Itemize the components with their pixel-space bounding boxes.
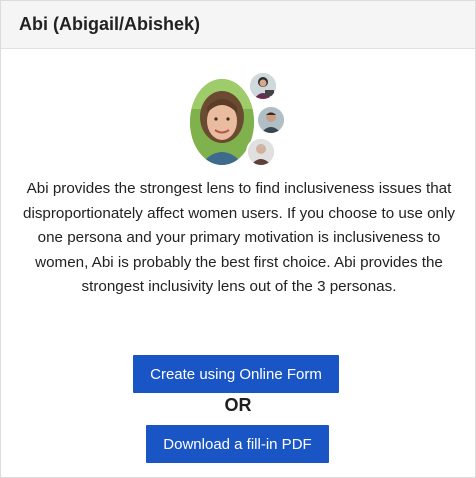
persona-card: Abi (Abigail/Abishek) Abi provides the s… [0,0,476,478]
create-online-form-button[interactable]: Create using Online Form [133,355,339,393]
woman-at-computer-avatar [248,71,278,101]
card-header: Abi (Abigail/Abishek) [1,1,475,49]
persona-avatar-group [190,71,290,171]
persona-description: Abi provides the strongest lens to find … [23,180,455,295]
woman-portrait-avatar [190,79,254,165]
older-man-avatar [246,137,276,167]
man-portrait-avatar [256,105,286,135]
card-title: Abi (Abigail/Abishek) [19,14,201,34]
or-separator: OR [224,395,252,415]
download-pdf-button[interactable]: Download a fill-in PDF [146,425,329,463]
